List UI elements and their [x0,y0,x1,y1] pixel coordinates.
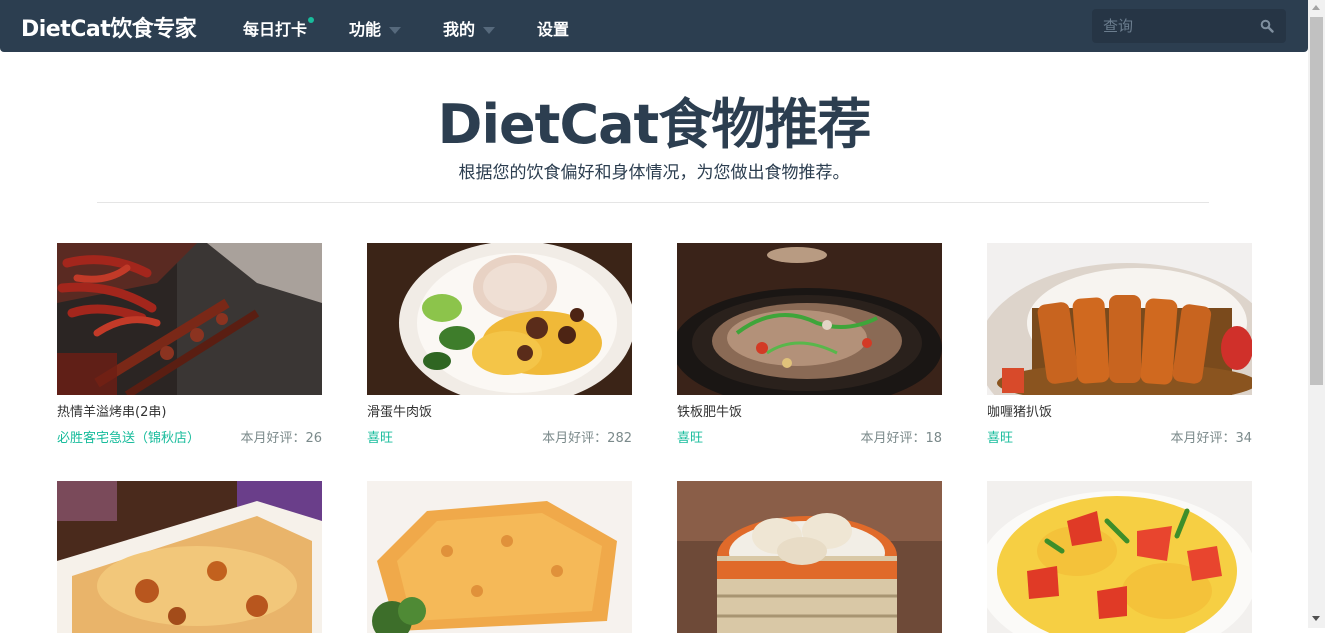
food-image-lamb-skewers[interactable] [57,243,322,395]
caret-down-icon [483,27,496,34]
shop-name[interactable]: 喜旺 [987,427,1013,446]
nav-item-settings[interactable]: 设置 [537,16,569,40]
shop-name[interactable]: 喜旺 [677,427,703,446]
caret-down-icon [389,27,402,34]
food-image-tomato-egg[interactable] [987,481,1252,633]
search-input[interactable] [1092,9,1253,43]
shop-name[interactable]: 必胜客宅急送（锦秋店） [57,427,200,446]
food-card[interactable]: 热情羊溢烤串(2串) 必胜客宅急送（锦秋店） 本月好评：26 [57,243,322,453]
food-image-baked-cheese[interactable] [57,481,322,633]
food-name[interactable]: 铁板肥牛饭 [677,401,742,420]
food-card[interactable] [677,481,942,633]
food-name[interactable]: 滑蛋牛肉饭 [367,401,432,420]
food-image-curry-pork-cutlet[interactable] [987,243,1252,395]
brand-logo[interactable]: DietCat饮食专家 [21,11,197,43]
scroll-up-icon[interactable] [1312,5,1320,10]
nav-item-features[interactable]: 功能 [349,16,402,40]
nav-item-label: 我的 [443,20,476,39]
food-card[interactable]: 咖喱猪扒饭 喜旺 本月好评：34 [987,243,1252,453]
food-image-sizzling-beef-rice[interactable] [677,243,942,395]
food-card[interactable]: 铁板肥牛饭 喜旺 本月好评：18 [677,243,942,453]
monthly-rating: 本月好评：18 [860,431,942,446]
scroll-down-icon[interactable] [1312,616,1320,621]
header-divider [97,202,1209,203]
nav-item-mine[interactable]: 我的 [443,16,496,40]
page-title: DietCat食物推荐 [437,93,872,156]
nav-item-label: 设置 [537,20,570,39]
food-name[interactable]: 热情羊溢烤串(2串) [57,401,166,420]
food-card[interactable]: 滑蛋牛肉饭 喜旺 本月好评：282 [367,243,632,453]
food-name[interactable]: 咖喱猪扒饭 [987,401,1052,420]
monthly-rating: 本月好评：34 [1170,431,1252,446]
page-subtitle: 根据您的饮食偏好和身体情况，为您做出食物推荐。 [458,163,850,183]
nav-item-label: 每日打卡 [243,20,308,39]
shop-name[interactable]: 喜旺 [367,427,393,446]
food-image-steamed-dumplings[interactable] [677,481,942,633]
nav-item-label: 功能 [349,20,382,39]
search-icon[interactable] [1260,19,1274,33]
food-card[interactable] [987,481,1252,633]
food-card[interactable] [367,481,632,633]
search-box [1092,9,1286,43]
notification-dot [308,17,315,23]
food-card[interactable] [57,481,322,633]
scrollbar-thumb[interactable] [1310,17,1323,385]
monthly-rating: 本月好评：26 [240,431,322,446]
nav-item-daily-checkin[interactable]: 每日打卡 [243,16,315,40]
top-navbar: DietCat饮食专家 每日打卡 功能 我的 设置 [0,0,1308,52]
food-image-beef-egg-rice[interactable] [367,243,632,395]
monthly-rating: 本月好评：282 [542,431,632,446]
food-image-fried-cutlet[interactable] [367,481,632,633]
